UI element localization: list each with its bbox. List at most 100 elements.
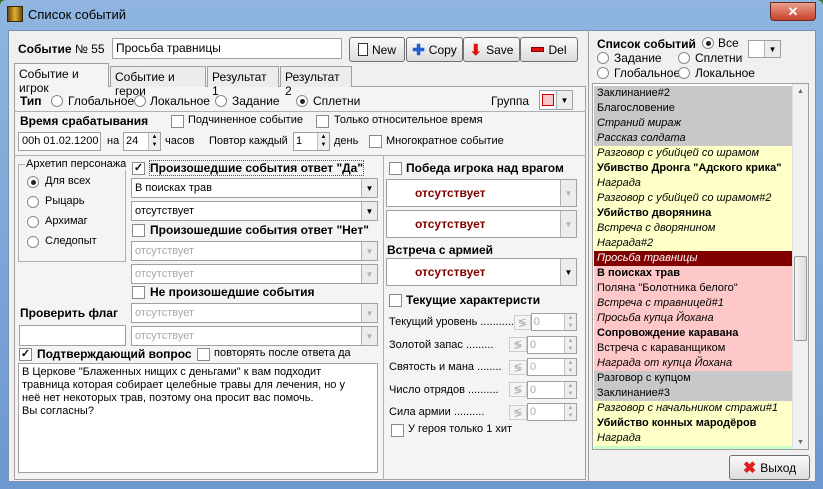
filter-global-label: Глобальное <box>614 66 681 80</box>
event-list-item[interactable]: Награда от купца Йохана <box>594 356 793 371</box>
event-list-item[interactable]: Убивство Дронга "Адского крика" <box>594 161 793 176</box>
stat-row-level: Текущий уровень ........... ≶ 0 ▲ ▼ <box>389 311 577 334</box>
compare-icon[interactable]: ≶ <box>509 404 527 420</box>
filter-radio-quest[interactable] <box>597 52 609 64</box>
event-list-item[interactable]: Награда <box>594 431 793 446</box>
army-label: Встреча с армией <box>387 243 494 257</box>
delete-button[interactable]: Del <box>520 37 578 62</box>
events-yes-select-1[interactable]: В поисках трав ▼ <box>131 178 378 198</box>
event-list-item[interactable]: Убийство дворянина <box>594 206 793 221</box>
army-select[interactable]: отсутствует ▼ <box>386 258 577 286</box>
compare-icon[interactable]: ≶ <box>513 314 531 330</box>
archetype-radio-archmage[interactable] <box>27 216 39 228</box>
event-list-item[interactable]: Благословение <box>594 101 793 116</box>
confirm-checkbox[interactable]: ✓ <box>19 348 32 361</box>
spin-up-icon[interactable]: ▲ <box>318 133 329 141</box>
event-list-item[interactable]: Разговор с убийцей со шрамом <box>594 146 793 161</box>
event-list-item[interactable] <box>594 446 793 449</box>
event-list-item[interactable]: Поляна "Болотника белого" <box>594 281 793 296</box>
tab-event-heroes[interactable]: Событие и герои <box>110 66 206 98</box>
chevron-down-icon: ▼ <box>361 265 377 283</box>
victory-select-2[interactable]: отсутствует ▼ <box>386 210 577 238</box>
event-list-item[interactable]: Награда <box>594 176 793 191</box>
close-button[interactable]: ✕ <box>770 2 816 21</box>
stat-value[interactable]: 0 <box>532 314 564 330</box>
spin-down-icon[interactable]: ▼ <box>149 141 160 149</box>
event-list-item[interactable]: Разговор с купцом <box>594 371 793 386</box>
compare-icon[interactable]: ≶ <box>509 359 527 375</box>
copy-button[interactable]: ✚ Copy <box>406 37 463 62</box>
event-list-item[interactable]: Встреча с караванщиком <box>594 341 793 356</box>
events-yes-checkbox[interactable]: ✓ <box>132 162 145 175</box>
tab-event-player[interactable]: Событие и игрок <box>14 63 109 95</box>
repeat-after-yes-checkbox[interactable] <box>197 348 210 361</box>
scroll-down-icon[interactable]: ▼ <box>793 439 808 446</box>
event-list-item[interactable]: Разговор с убийцей со шрамом#2 <box>594 191 793 206</box>
tab-result-1[interactable]: Результат 1 <box>207 66 279 98</box>
event-list-item[interactable]: Убийство конных мародёров <box>594 416 793 431</box>
archetype-radio-ranger[interactable] <box>27 236 39 248</box>
multiple-checkbox[interactable] <box>369 135 382 148</box>
type-radio-gossip[interactable] <box>296 95 308 107</box>
events-no-select-2[interactable]: отсутствует ▼ <box>131 264 378 284</box>
event-list-item[interactable]: Рассказ солдата <box>594 131 793 146</box>
events-yes-select-2[interactable]: отсутствует ▼ <box>131 201 378 221</box>
event-list-item[interactable]: Просьба купца Йохана <box>594 311 793 326</box>
stat-value[interactable]: 0 <box>528 382 564 398</box>
save-button[interactable]: ⬇ Save <box>463 37 520 62</box>
one-hp-checkbox[interactable] <box>391 424 404 437</box>
chevron-down-icon: ▼ <box>556 91 572 109</box>
group-label: Группа <box>491 94 530 108</box>
type-radio-local[interactable] <box>134 95 146 107</box>
victory-checkbox[interactable] <box>389 162 402 175</box>
event-list-item[interactable]: Встреча с дворянином <box>594 221 793 236</box>
start-time-input[interactable]: 00h 01.02.1200 <box>18 132 101 151</box>
hours-spinner[interactable]: 24 ▲ ▼ <box>123 132 161 151</box>
type-radio-global[interactable] <box>51 95 63 107</box>
compare-icon[interactable]: ≶ <box>509 337 527 353</box>
filter-radio-local[interactable] <box>678 67 690 79</box>
tab-result-2[interactable]: Результат 2 <box>280 66 352 98</box>
type-radio-quest[interactable] <box>215 95 227 107</box>
event-list-item[interactable]: Просьба травницы <box>594 251 793 266</box>
event-list-item[interactable]: В поисках трав <box>594 266 793 281</box>
filter-radio-gossip[interactable] <box>678 52 690 64</box>
victory-select-1[interactable]: отсутствует ▼ <box>386 179 577 207</box>
repeat-spinner[interactable]: 1 ▲ ▼ <box>293 132 330 151</box>
not-happened-checkbox[interactable] <box>132 286 145 299</box>
stat-value[interactable]: 0 <box>528 404 564 420</box>
filter-radio-global[interactable] <box>597 67 609 79</box>
archetype-radio-knight[interactable] <box>27 196 39 208</box>
events-no-checkbox[interactable] <box>132 224 145 237</box>
event-list-item[interactable]: Встреча с травницей#1 <box>594 296 793 311</box>
confirm-text-area[interactable]: В Церкове "Блаженных нищих с деньгами" к… <box>18 363 378 473</box>
not-happened-select-1[interactable]: отсутствует ▼ <box>131 303 378 323</box>
stat-value[interactable]: 0 <box>528 359 564 375</box>
event-list-item[interactable]: Разговор с начальником стражи#1 <box>594 401 793 416</box>
list-group-select[interactable]: ▼ <box>748 40 781 58</box>
filter-radio-all[interactable] <box>702 37 714 49</box>
scrollbar-thumb[interactable] <box>794 256 807 341</box>
event-list-item[interactable]: Заклинание#3 <box>594 386 793 401</box>
sub-event-checkbox[interactable] <box>171 115 184 128</box>
event-name-input[interactable]: Просьба травницы <box>112 38 342 59</box>
stat-value[interactable]: 0 <box>528 337 564 353</box>
event-list-item[interactable]: Страний мираж <box>594 116 793 131</box>
events-no-select-1[interactable]: отсутствует ▼ <box>131 241 378 261</box>
event-list-item[interactable]: Заклинание#2 <box>594 86 793 101</box>
stats-checkbox[interactable] <box>389 294 402 307</box>
not-happened-select-2[interactable]: отсутствует ▼ <box>131 326 378 346</box>
spin-up-icon[interactable]: ▲ <box>149 133 160 141</box>
group-color-select[interactable]: ▼ <box>539 90 573 110</box>
spin-down-icon[interactable]: ▼ <box>318 141 329 149</box>
exit-button[interactable]: ✖ Выход <box>729 455 810 480</box>
event-list-item[interactable]: Сопровождение каравана <box>594 326 793 341</box>
archetype-radio-all[interactable] <box>27 176 39 188</box>
new-button[interactable]: New <box>349 37 405 62</box>
scroll-up-icon[interactable]: ▲ <box>793 88 808 95</box>
relative-time-checkbox[interactable] <box>316 115 329 128</box>
scrollbar[interactable]: ▲ ▼ <box>792 84 808 449</box>
compare-icon[interactable]: ≶ <box>509 382 527 398</box>
event-list-item[interactable]: Награда#2 <box>594 236 793 251</box>
flag-input[interactable] <box>19 325 126 346</box>
